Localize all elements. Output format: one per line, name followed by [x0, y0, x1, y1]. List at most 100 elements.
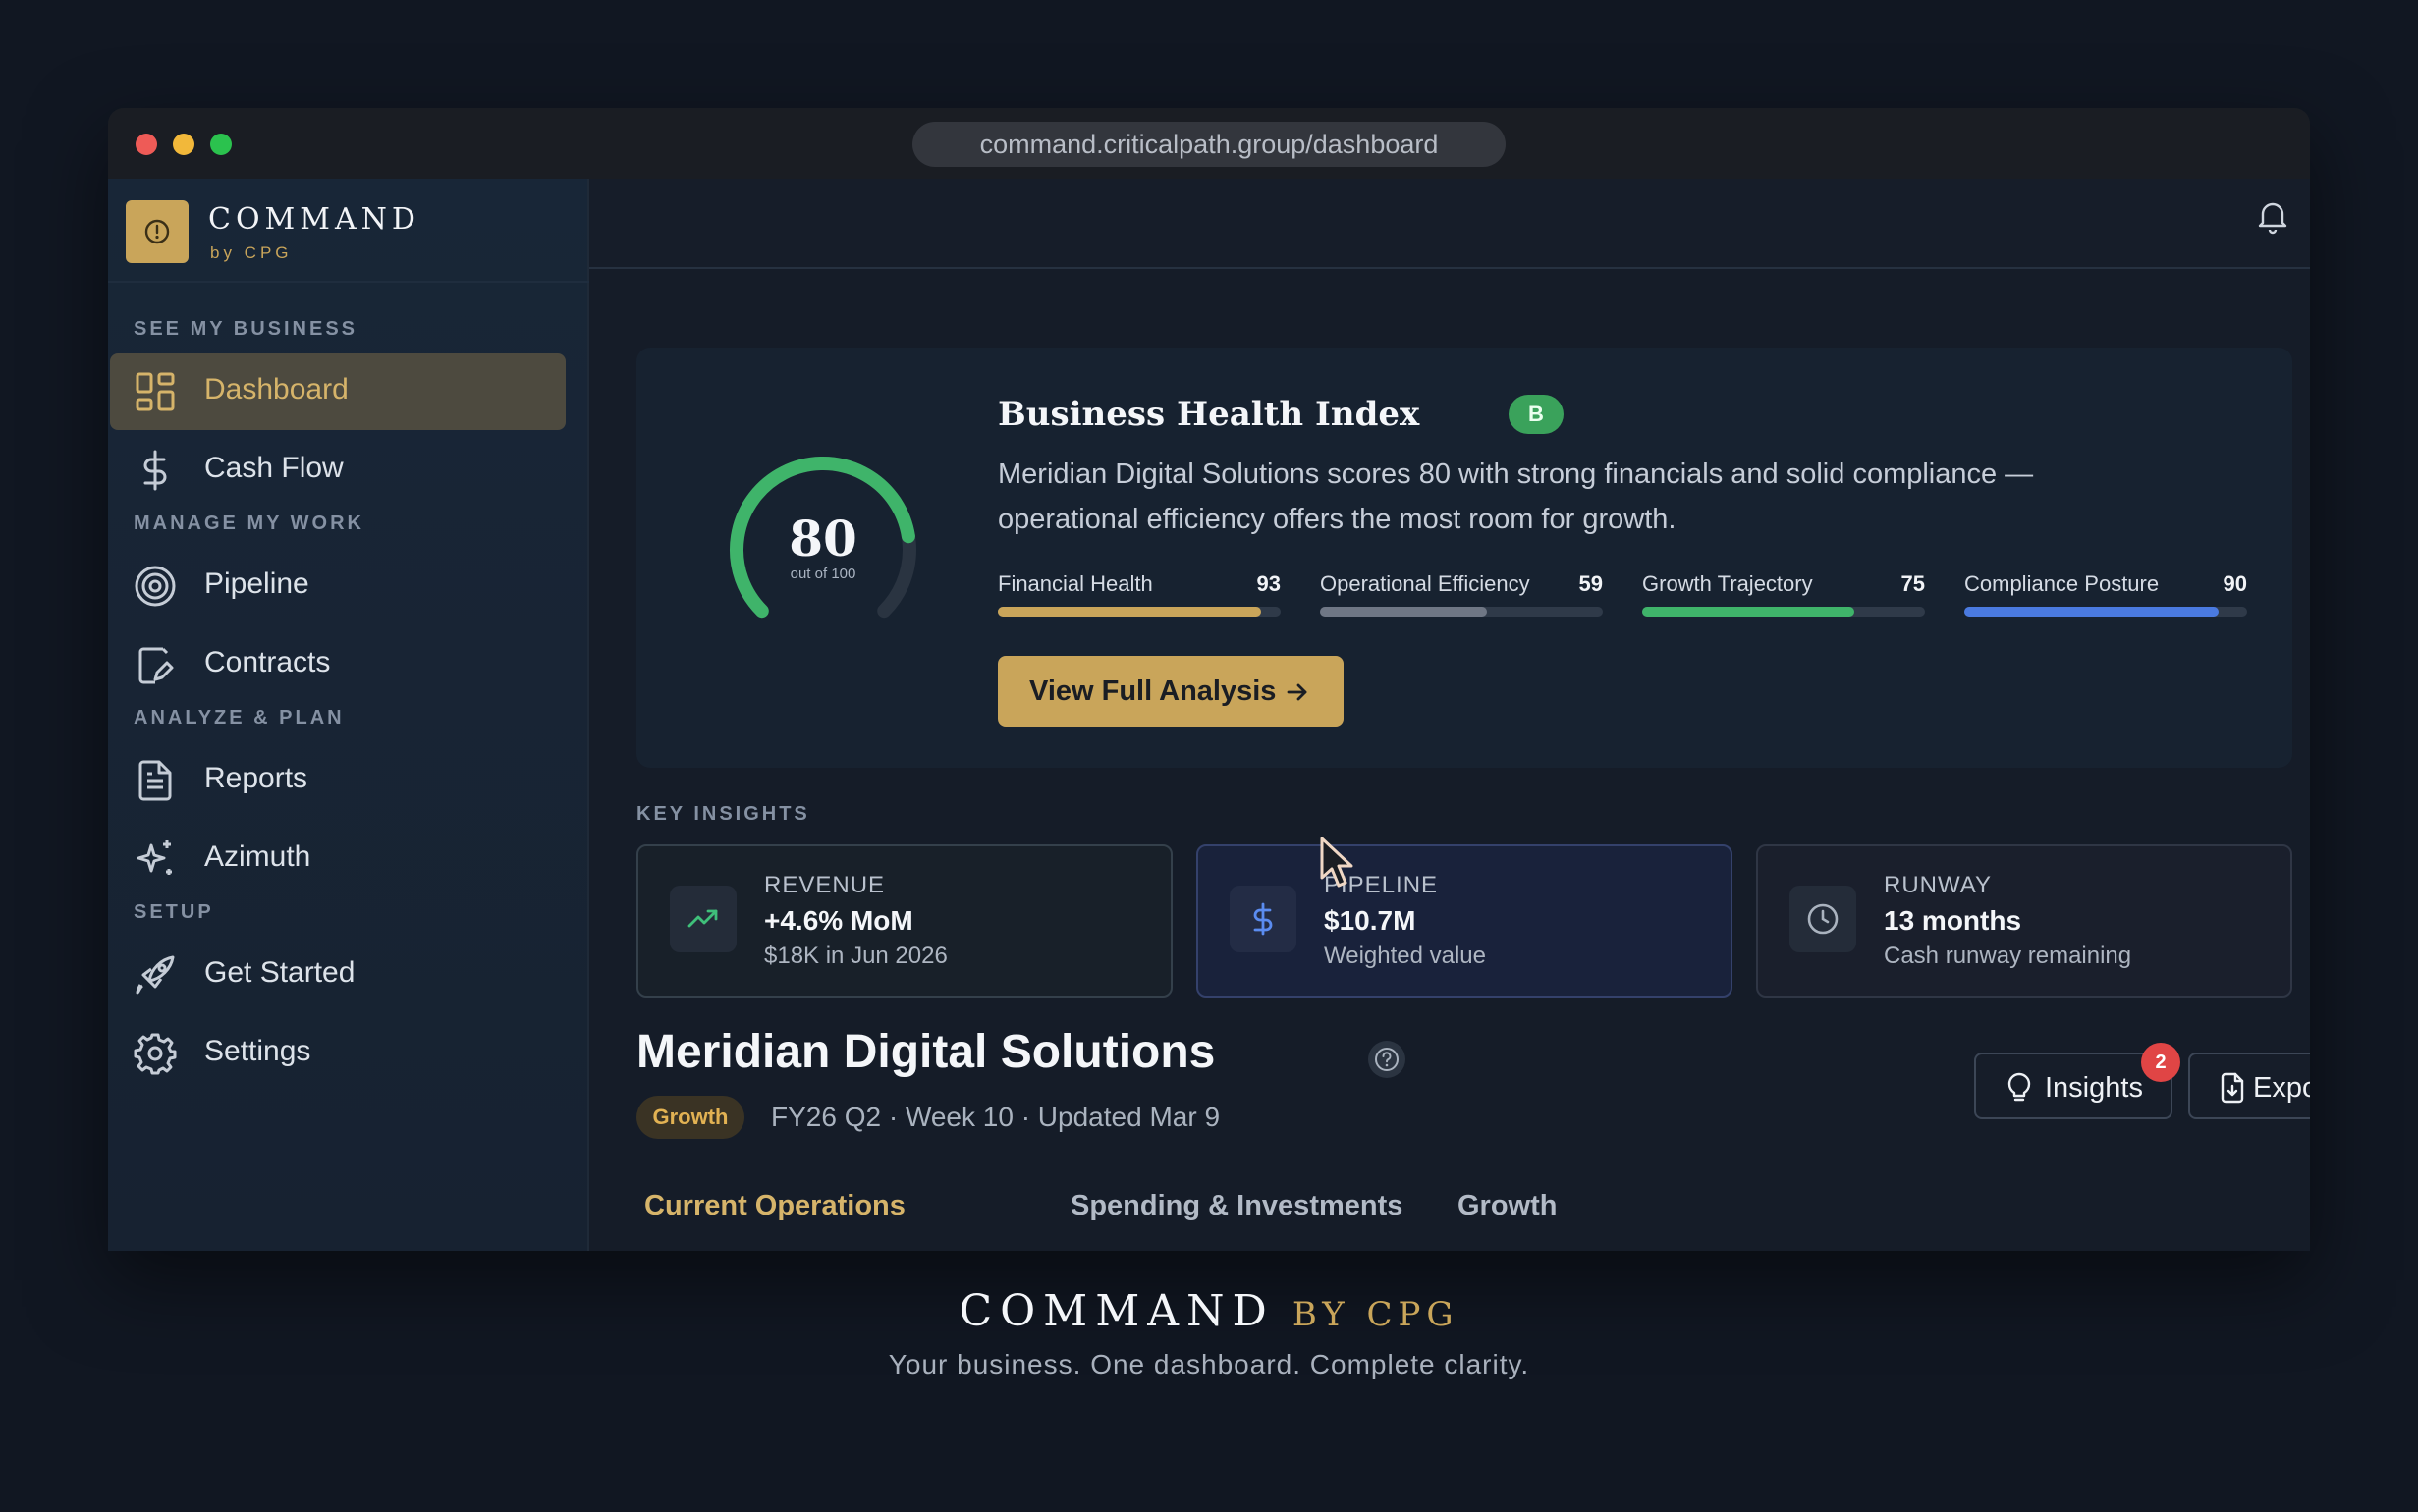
sidebar-item-settings[interactable]: Settings — [110, 1015, 566, 1092]
close-window-button[interactable] — [136, 134, 157, 155]
insight-card-pipeline[interactable]: PIPELINE $10.7M Weighted value — [1196, 844, 1732, 998]
bell-icon[interactable] — [2253, 196, 2292, 236]
footer-brand-by: BY CPG — [1291, 1295, 1459, 1334]
top-bar — [589, 179, 2310, 269]
dollar-icon — [143, 450, 167, 491]
insight-title: RUNWAY — [1884, 872, 1992, 898]
sidebar-item-reports[interactable]: Reports — [110, 742, 566, 819]
insight-subtext: Weighted value — [1324, 943, 1486, 969]
footer-brand-name: COMMAND — [959, 1286, 1275, 1336]
key-insights-label: KEY INSIGHTS — [636, 803, 810, 825]
sidebar-item-label: Get Started — [204, 956, 356, 989]
insight-value: $10.7M — [1324, 905, 1416, 936]
company-name: Meridian Digital Solutions — [636, 1026, 1216, 1078]
dollar-icon — [1230, 886, 1296, 952]
export-button[interactable]: Export — [2188, 1053, 2310, 1119]
mouse-cursor-icon — [1320, 837, 1353, 888]
metric-value: 93 — [1256, 571, 1281, 596]
sidebar-item-dashboard[interactable]: Dashboard — [110, 353, 566, 430]
target-icon — [135, 566, 176, 607]
metric-bar-fill — [1964, 607, 2220, 617]
button-label: Export — [2253, 1072, 2310, 1104]
metric-label: Growth Trajectory — [1642, 571, 1813, 596]
tab-spending-investments[interactable]: Spending & Investments — [1071, 1190, 1402, 1222]
sidebar-item-label: Pipeline — [204, 567, 309, 600]
sidebar-item-cash-flow[interactable]: Cash Flow — [110, 432, 566, 509]
sidebar-item-label: Azimuth — [204, 840, 311, 873]
sidebar-item-label: Cash Flow — [204, 452, 344, 484]
brand-logo-icon — [126, 200, 189, 263]
url-bar[interactable]: command.criticalpath.group/dashboard — [912, 122, 1506, 167]
brand-name: COMMAND — [208, 202, 420, 237]
section-label-setup: SETUP — [134, 901, 214, 923]
arrow-right-icon — [1287, 683, 1307, 701]
browser-titlebar: command.criticalpath.group/dashboard — [108, 108, 2310, 179]
brand-sub: by CPG — [210, 243, 293, 262]
footer-tagline: Your business. One dashboard. Complete c… — [888, 1349, 1530, 1379]
button-label: Insights — [2045, 1072, 2143, 1104]
rocket-icon — [136, 955, 175, 995]
tab-growth[interactable]: Growth — [1457, 1190, 1558, 1222]
section-label-analyze-plan: ANALYZE & PLAN — [134, 707, 345, 729]
trend-up-icon — [670, 886, 737, 952]
insights-count-badge: 2 — [2141, 1043, 2180, 1082]
metric-bar-fill — [1642, 607, 1854, 617]
sidebar-item-contracts[interactable]: Contracts — [110, 626, 566, 703]
insight-subtext: $18K in Jun 2026 — [764, 943, 948, 969]
main-content: 80 out of 100 Business Health Index B Me… — [589, 179, 2310, 1251]
sidebar-item-label: Reports — [204, 762, 308, 794]
section-label-see-my-business: SEE MY BUSINESS — [134, 318, 358, 340]
maximize-window-button[interactable] — [210, 134, 232, 155]
metric-label: Operational Efficiency — [1320, 571, 1530, 596]
insight-subtext: Cash runway remaining — [1884, 943, 2132, 969]
sidebar-item-label: Dashboard — [204, 373, 349, 405]
stage-badge: Growth — [636, 1096, 744, 1139]
button-label: View Full Analysis — [1029, 675, 1277, 707]
metric-value: 90 — [2223, 571, 2247, 596]
contract-edit-icon — [138, 647, 174, 684]
health-index-card: 80 out of 100 Business Health Index B Me… — [636, 348, 2292, 768]
insight-value: 13 months — [1884, 905, 2022, 936]
metric-value: 75 — [1900, 571, 1925, 596]
tab-current-operations[interactable]: Current Operations — [644, 1190, 906, 1222]
report-icon — [138, 760, 172, 801]
metric-track — [1964, 607, 2247, 617]
sidebar-item-get-started[interactable]: Get Started — [110, 937, 566, 1013]
sidebar-item-label: Contracts — [204, 646, 331, 678]
health-index-title: Business Health Index — [998, 395, 1420, 434]
clock-icon — [1789, 886, 1856, 952]
sparkle-icon — [137, 840, 172, 875]
insight-card-revenue[interactable]: REVENUE +4.6% MoM $18K in Jun 2026 — [636, 844, 1173, 998]
period-info: FY26 Q2 · Week 10 · Updated Mar 9 — [771, 1102, 1221, 1132]
health-index-description: Meridian Digital Solutions scores 80 wit… — [998, 459, 2034, 535]
metric-label: Compliance Posture — [1964, 571, 2160, 596]
score-value: 80 — [789, 510, 857, 567]
metric-track — [1320, 607, 1603, 617]
sidebar-item-label: Settings — [204, 1035, 311, 1067]
file-download-icon — [2221, 1072, 2244, 1104]
sidebar-divider — [108, 281, 589, 283]
browser-window: command.criticalpath.group/dashboard COM… — [108, 108, 2310, 1251]
dashboard-icon — [136, 372, 175, 411]
gear-icon — [134, 1033, 177, 1075]
metric-track — [998, 607, 1281, 617]
metric-bar-fill — [1320, 607, 1487, 617]
view-full-analysis-button[interactable]: View Full Analysis — [998, 656, 1344, 727]
grade-badge: B — [1509, 395, 1564, 434]
metric-bar-fill — [998, 607, 1261, 617]
sidebar: COMMAND by CPG SEE MY BUSINESS Dashboard… — [108, 179, 589, 1251]
section-label-manage-my-work: MANAGE MY WORK — [134, 513, 364, 534]
score-subtext: out of 100 — [790, 566, 856, 582]
insight-card-runway[interactable]: RUNWAY 13 months Cash runway remaining — [1756, 844, 2292, 998]
metric-label: Financial Health — [998, 571, 1153, 596]
sidebar-item-pipeline[interactable]: Pipeline — [110, 548, 566, 624]
metric-track — [1642, 607, 1925, 617]
insight-value: +4.6% MoM — [764, 905, 913, 936]
lightbulb-icon — [2007, 1072, 2031, 1102]
footer-brand: COMMAND BY CPG — [0, 1286, 2418, 1336]
minimize-window-button[interactable] — [173, 134, 194, 155]
insight-title: REVENUE — [764, 872, 886, 898]
sidebar-item-azimuth[interactable]: Azimuth — [110, 821, 566, 897]
help-icon[interactable] — [1367, 1040, 1406, 1079]
metric-value: 59 — [1578, 571, 1603, 596]
